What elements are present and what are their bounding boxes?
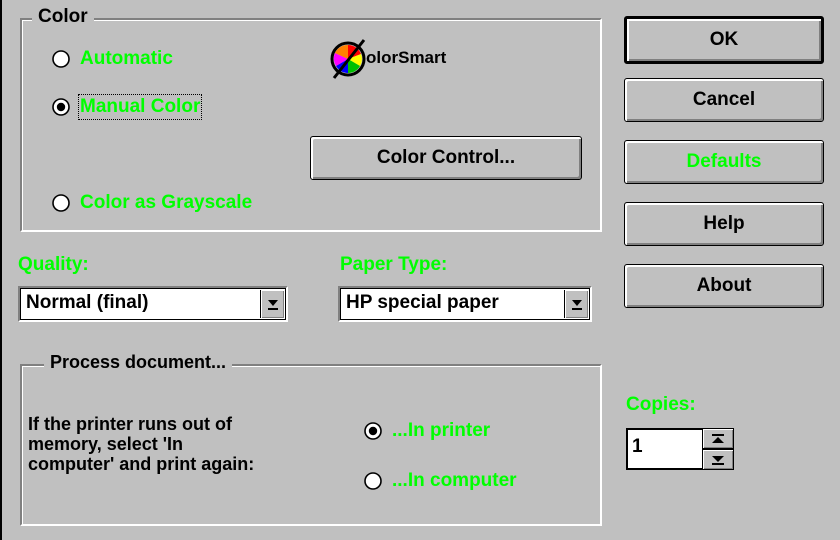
copies-increment-button[interactable] [702, 428, 734, 449]
description-line: memory, select 'In [28, 434, 184, 454]
in-computer-radio[interactable]: ...In computer [364, 470, 517, 492]
cancel-label: Cancel [692, 89, 756, 110]
in-computer-label: ...In computer [392, 470, 517, 491]
colorsmart-logo-text: olorSmart [366, 48, 447, 67]
process-description: If the printer runs out of memory, selec… [28, 414, 254, 474]
quality-value: Normal (final) [26, 292, 149, 313]
process-document-title: Process document... [44, 352, 233, 373]
about-button[interactable]: About [624, 264, 824, 308]
manual-color-radio[interactable]: Manual Color [52, 94, 203, 120]
about-label: About [696, 275, 752, 296]
defaults-label: Defaults [686, 151, 762, 172]
paper-type-value: HP special paper [346, 292, 499, 313]
help-button[interactable]: Help [624, 202, 824, 246]
color-control-button[interactable]: Color Control... [310, 136, 582, 180]
in-printer-label: ...In printer [392, 420, 491, 441]
help-label: Help [703, 213, 745, 234]
color-group-title: Color [32, 6, 94, 28]
defaults-button[interactable]: Defaults [624, 140, 824, 184]
in-printer-radio[interactable]: ...In printer [364, 420, 490, 442]
copies-input[interactable]: 1 [626, 428, 702, 470]
radio-unchecked-icon [52, 50, 70, 68]
quality-select[interactable]: Normal (final) [18, 286, 288, 322]
colorsmart-icon [330, 39, 366, 79]
spin-up-icon [712, 433, 724, 443]
copies-decrement-button[interactable] [702, 449, 734, 470]
automatic-radio[interactable]: Automatic [52, 48, 173, 70]
color-as-grayscale-radio[interactable]: Color as Grayscale [52, 192, 252, 214]
cancel-button[interactable]: Cancel [624, 78, 824, 122]
spin-down-icon [712, 455, 724, 465]
manual-color-label: Manual Color [77, 94, 203, 120]
radio-unchecked-icon [52, 194, 70, 212]
colorsmart-logo: olorSmart [330, 36, 480, 82]
grayscale-label: Color as Grayscale [80, 192, 253, 213]
copies-label: Copies: [626, 394, 696, 415]
dropdown-arrow-icon[interactable] [260, 290, 284, 318]
description-line: computer' and print again: [28, 454, 255, 474]
window-left-edge [0, 0, 2, 540]
quality-label: Quality: [18, 254, 89, 275]
dropdown-arrow-icon[interactable] [564, 290, 588, 318]
paper-type-label: Paper Type: [340, 254, 448, 275]
color-control-label: Color Control... [376, 147, 516, 168]
automatic-label: Automatic [80, 48, 173, 69]
ok-button[interactable]: OK [624, 16, 824, 64]
radio-checked-icon [52, 98, 70, 116]
description-line: If the printer runs out of [28, 414, 232, 434]
paper-type-select[interactable]: HP special paper [338, 286, 592, 322]
radio-checked-icon [364, 422, 382, 440]
radio-unchecked-icon [364, 472, 382, 490]
copies-value: 1 [632, 436, 643, 457]
ok-label: OK [709, 29, 739, 50]
